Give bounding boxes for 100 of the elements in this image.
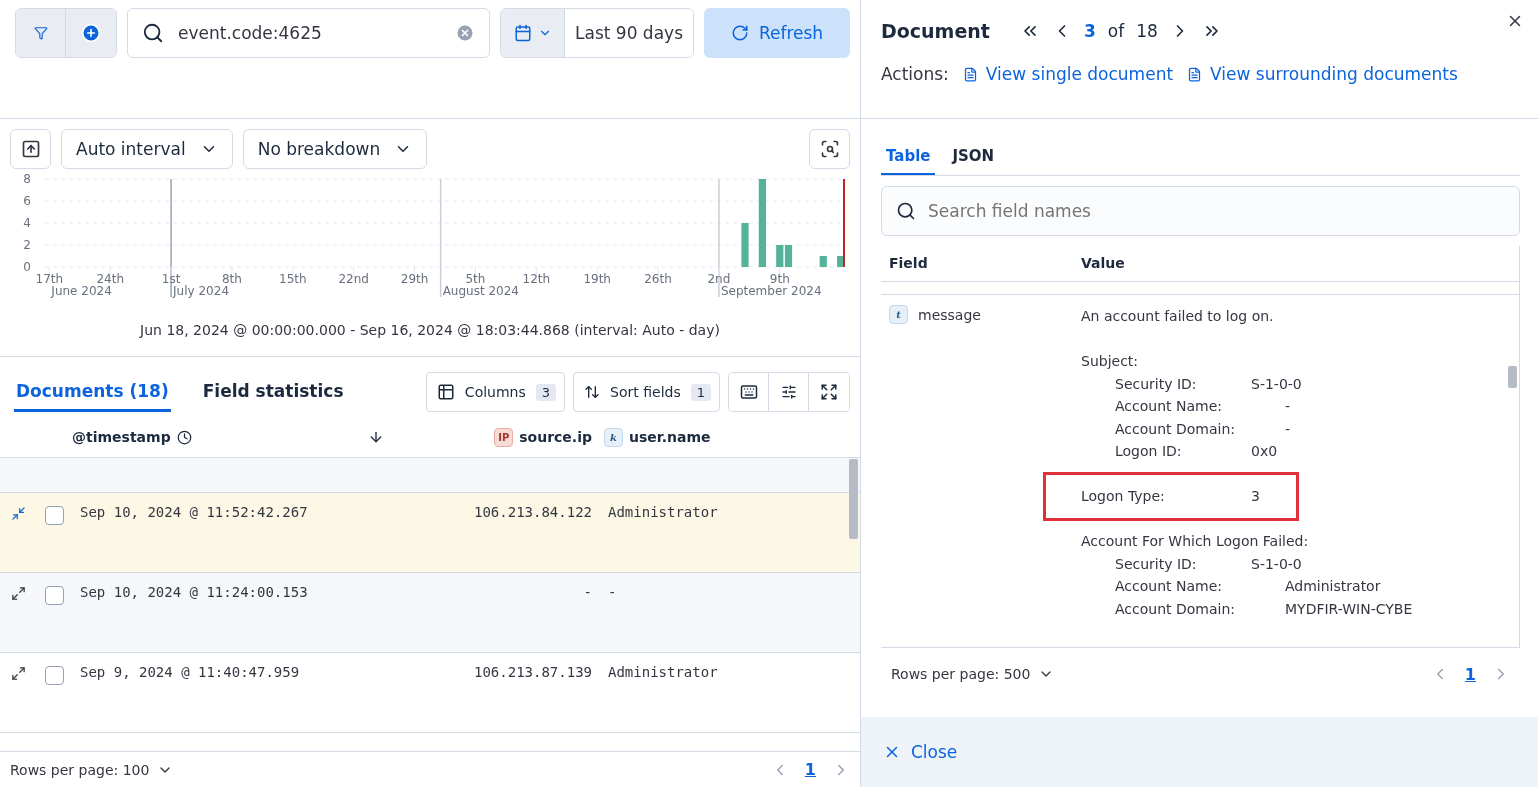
table-cell-text: -	[607, 584, 618, 600]
month-label: July 2024	[173, 284, 229, 298]
action-link[interactable]: View surrounding documents	[1187, 64, 1458, 84]
message-line: Account Name: -	[1114, 397, 1291, 416]
axis-label: 8th	[222, 272, 242, 286]
page-link[interactable]: 1	[796, 760, 824, 779]
add-filter-button[interactable]	[66, 9, 116, 57]
query-input[interactable]: event.code:4625	[176, 22, 443, 44]
message-line: An account failed to log on.	[1081, 307, 1274, 326]
tab[interactable]: Table	[881, 139, 936, 175]
table-cell-text: Administrator	[607, 664, 719, 680]
breakdown-dropdown[interactable]: No breakdown	[242, 129, 428, 169]
column-header[interactable]: IP source.ip	[432, 427, 600, 447]
row-checkbox[interactable]	[44, 586, 64, 605]
month-label: August 2024	[442, 284, 519, 298]
scrollbar[interactable]	[849, 459, 858, 539]
document-total: 18	[1136, 21, 1158, 41]
field-type-badge: k	[604, 427, 623, 447]
search-icon	[142, 22, 164, 44]
table-row[interactable]: Sep 10, 2024 @ 11:52:42.267 106.213.84.122 Administrator	[0, 493, 860, 573]
message-line: Security ID: S-1-0-0	[1114, 554, 1302, 574]
message-line: Account Domain: MYDFIR-WIN-CYBE	[1114, 599, 1413, 619]
axis-label: 0	[23, 260, 31, 274]
field-type-badge: t	[889, 305, 908, 324]
message-line: Subject:	[1081, 352, 1139, 371]
of-label: of	[1107, 21, 1125, 41]
page-link[interactable]: 1	[1456, 664, 1484, 684]
message-line: Security ID: S-1-0-0	[1114, 374, 1302, 394]
keyboard-shortcuts-button[interactable]	[729, 373, 769, 411]
expand-icon[interactable]	[10, 666, 26, 681]
tab[interactable]: Field statistics	[200, 372, 346, 412]
axis-label: 5th	[465, 272, 486, 286]
histogram-bar	[819, 256, 827, 267]
axis-label: 8	[23, 172, 31, 186]
time-range-caption: Jun 18, 2024 @ 00:00:00.000 - Sep 16, 2024 @ 18:03:44.868 (interval: Auto - day)	[0, 319, 860, 357]
scrollbar[interactable]	[1508, 366, 1517, 388]
column-header[interactable]: k user.name	[600, 427, 860, 447]
row-checkbox[interactable]	[44, 666, 64, 685]
column-header: Value	[1081, 255, 1126, 271]
axis-label: 1st	[161, 272, 181, 286]
fullscreen-icon	[820, 383, 838, 401]
document-index: 3	[1083, 21, 1096, 41]
actions-label: Actions:	[881, 64, 949, 84]
sort-icon	[584, 384, 601, 400]
message-line: Logon ID: 0x0	[1114, 442, 1278, 461]
histogram-bar	[784, 245, 793, 267]
document-icon	[1187, 66, 1203, 82]
tab[interactable]: JSON	[947, 139, 1000, 175]
axis-label: 12th	[522, 272, 551, 286]
axis-label: 4	[23, 216, 31, 230]
axis-label: 19th	[583, 272, 611, 286]
table-cell-text: Sep 10, 2024 @ 11:24:00.153	[79, 584, 309, 600]
action-link[interactable]: View single document	[962, 64, 1174, 84]
message-line: Account For Which Logon Failed:	[1081, 532, 1309, 551]
table-row[interactable]: Sep 10, 2024 @ 11:24:00.153 - -	[0, 573, 860, 653]
document-icon	[962, 66, 978, 82]
chart-options-button[interactable]	[10, 129, 51, 169]
sort-arrow-icon[interactable]	[368, 429, 384, 445]
table-cell-text: Administrator	[607, 504, 719, 520]
search-bar[interactable]: event.code:4625	[127, 8, 490, 58]
date-picker-button[interactable]	[501, 9, 565, 57]
month-label: June 2024	[51, 284, 112, 298]
search-input[interactable]: Search field names	[926, 200, 1505, 222]
table-cell-text: 106.213.87.139	[473, 664, 593, 680]
collapse-icon[interactable]	[10, 506, 26, 521]
columns-button[interactable]: Columns 3	[425, 372, 566, 412]
table-cell-text: Sep 9, 2024 @ 11:40:47.959	[79, 664, 301, 680]
axis-label: 6	[23, 194, 31, 208]
filter-icon	[33, 26, 48, 40]
table-icon	[436, 383, 455, 401]
axis-label: 26th	[644, 272, 672, 286]
sort-fields-button[interactable]: Sort fields 1	[573, 372, 720, 412]
table-cell-text: Sep 10, 2024 @ 11:52:42.267	[79, 504, 309, 520]
inspect-button[interactable]	[809, 129, 850, 169]
expand-icon[interactable]	[10, 586, 26, 601]
axis-label: 9th	[769, 272, 790, 286]
clear-icon[interactable]	[455, 23, 475, 43]
keyboard-icon	[739, 383, 758, 401]
column-header[interactable]: @timestamp	[72, 429, 192, 445]
message-line: Account Domain: -	[1114, 419, 1291, 439]
axis-label: 2nd	[707, 272, 731, 286]
tab[interactable]: Documents (18)	[14, 372, 171, 412]
refresh-button[interactable]: Refresh	[704, 8, 850, 58]
field-type-badge: IP	[494, 427, 514, 447]
close-button[interactable]: Close	[883, 742, 958, 762]
axis-label: 22nd	[338, 272, 369, 286]
axis-label: 29th	[400, 272, 429, 286]
axis-label: 24th	[96, 272, 124, 286]
interval-dropdown[interactable]: Auto interval	[61, 129, 233, 169]
axis-label: 15th	[279, 272, 307, 286]
column-header: Field	[889, 255, 929, 271]
row-checkbox[interactable]	[44, 506, 64, 525]
flyout-title: Document	[881, 20, 990, 42]
field-search[interactable]: Search field names	[881, 186, 1520, 236]
histogram-bar	[837, 256, 845, 267]
plus-icon	[81, 23, 101, 43]
rows-per-page[interactable]: Rows per page: 500	[891, 666, 1031, 682]
table-cell-text: -	[582, 584, 593, 600]
table-cell-text: 106.213.84.122	[473, 504, 593, 520]
rows-per-page[interactable]: Rows per page: 100	[10, 761, 150, 778]
